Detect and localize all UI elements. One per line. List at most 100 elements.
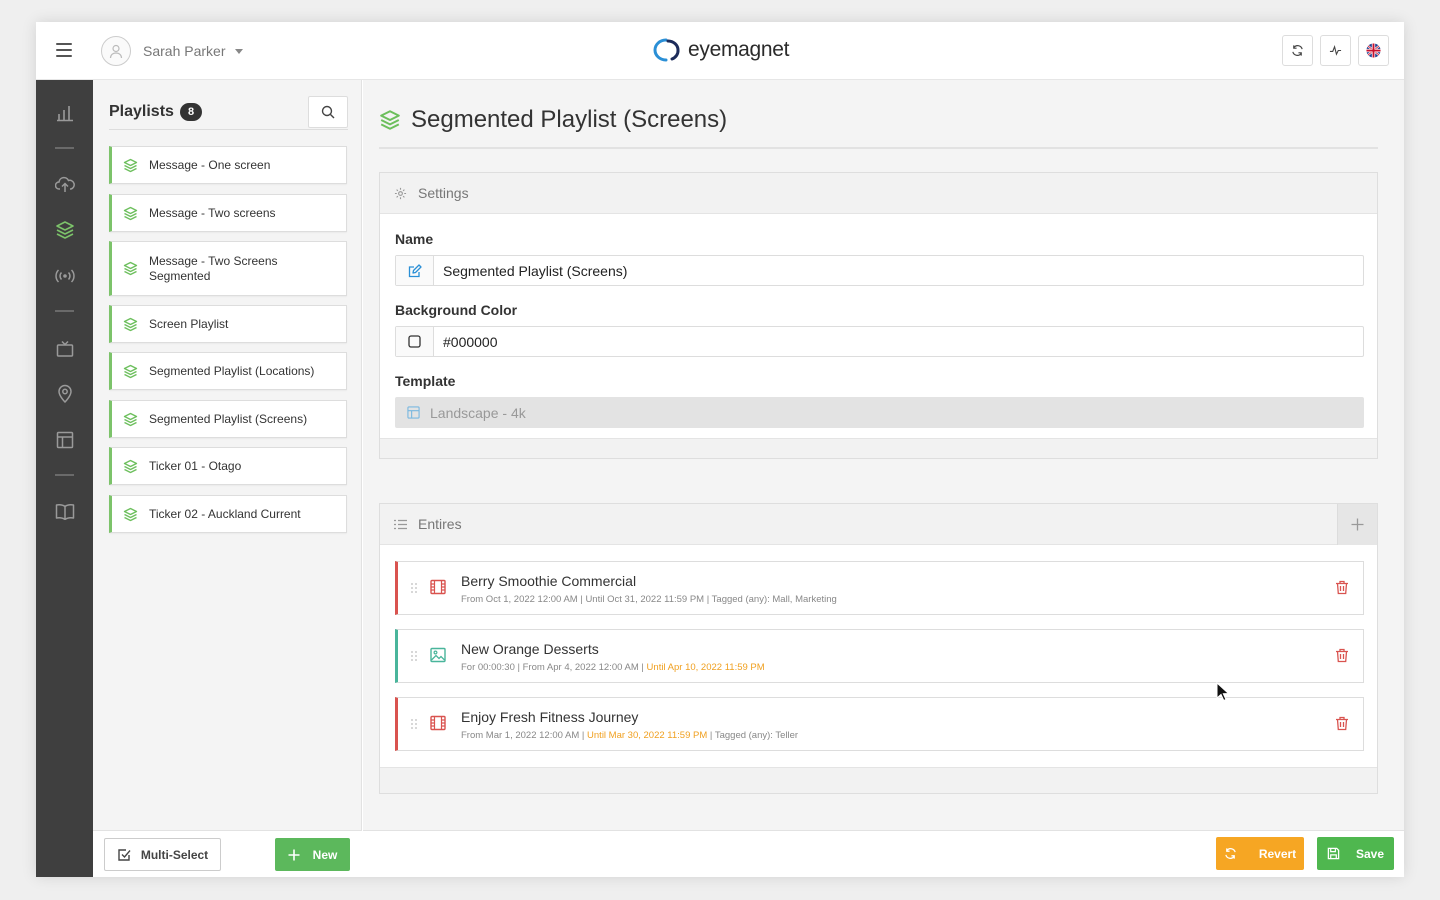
mouse-cursor-icon <box>1216 682 1230 702</box>
refresh-button[interactable] <box>1282 35 1313 66</box>
activity-icon <box>1329 44 1342 56</box>
hamburger-icon[interactable] <box>56 43 72 57</box>
playlist-item-label: Ticker 02 - Auckland Current <box>149 506 301 521</box>
layers-icon <box>112 317 149 332</box>
entry-row[interactable]: Enjoy Fresh Fitness Journey From Mar 1, … <box>395 697 1364 751</box>
multi-select-button[interactable]: Multi-Select <box>104 838 221 871</box>
bar-chart-icon[interactable] <box>54 102 75 123</box>
user-menu[interactable]: Sarah Parker <box>101 36 244 66</box>
background-color-label: Background Color <box>395 302 518 318</box>
settings-card: Settings Name Segmented Playlist (Screen… <box>379 172 1378 459</box>
logo: eyemagnet <box>650 37 790 63</box>
checkbox-icon <box>118 848 131 861</box>
entries-header: Entires <box>380 504 1377 545</box>
entry-title: New Orange Desserts <box>461 641 599 657</box>
playlist-item-label: Segmented Playlist (Locations) <box>149 363 315 378</box>
page-title-text: Segmented Playlist (Screens) <box>411 106 728 133</box>
drag-handle-icon[interactable] <box>410 650 418 662</box>
language-button[interactable] <box>1358 35 1389 66</box>
app-window: Sarah Parker eyemagnet Playlists 8 Messa… <box>36 22 1404 877</box>
entry-meta: From Oct 1, 2022 12:00 AM | Until Oct 31… <box>461 594 837 605</box>
playlist-item[interactable]: Message - Two screens <box>109 194 347 232</box>
background-color-value: #000000 <box>443 333 498 350</box>
playlist-item[interactable]: Ticker 01 - Otago <box>109 447 347 485</box>
layers-icon <box>380 110 400 130</box>
layers-icon <box>112 507 149 522</box>
playlist-item-label: Message - One screen <box>149 157 271 172</box>
playlist-item-active[interactable]: Segmented Playlist (Screens) <box>109 400 347 438</box>
revert-button[interactable]: Revert <box>1216 837 1304 870</box>
entry-title: Enjoy Fresh Fitness Journey <box>461 709 639 725</box>
trash-icon[interactable] <box>1335 580 1349 595</box>
search-button[interactable] <box>308 96 348 128</box>
playlist-item[interactable]: Ticker 02 - Auckland Current <box>109 495 347 533</box>
background-color-field[interactable]: #000000 <box>395 326 1364 357</box>
save-button[interactable]: Save <box>1317 837 1394 870</box>
entry-meta-text: For 00:00:30 | From Apr 4, 2022 12:00 AM… <box>461 662 647 673</box>
settings-footer <box>380 438 1377 458</box>
film-icon <box>430 579 446 595</box>
broadcast-icon[interactable] <box>54 265 75 286</box>
main-content: Segmented Playlist (Screens) Settings Na… <box>363 80 1404 830</box>
template-field: Landscape - 4k <box>395 397 1364 428</box>
uk-flag-icon <box>1366 43 1381 58</box>
layout-icon <box>396 398 430 427</box>
layers-icon <box>112 158 149 173</box>
template-value: Landscape - 4k <box>430 404 526 421</box>
playlist-item-label: Message - Two Screens Segmented <box>149 253 278 283</box>
entry-meta-text: From Oct 1, 2022 12:00 AM | Until Oct 31… <box>461 594 837 605</box>
entry-row[interactable]: Berry Smoothie Commercial From Oct 1, 20… <box>395 561 1364 615</box>
caret-down-icon <box>235 48 244 54</box>
entry-until-warning: Until Mar 30, 2022 11:59 PM <box>587 730 708 741</box>
name-field[interactable]: Segmented Playlist (Screens) <box>395 255 1364 286</box>
entry-meta-text: From Mar 1, 2022 12:00 AM | <box>461 730 588 741</box>
entry-row[interactable]: New Orange Desserts For 00:00:30 | From … <box>395 629 1364 683</box>
user-name: Sarah Parker <box>143 43 226 59</box>
playlist-item-label: Screen Playlist <box>149 316 229 331</box>
layout-icon[interactable] <box>54 429 75 450</box>
revert-icon <box>1225 848 1236 859</box>
layers-icon <box>112 412 149 427</box>
refresh-icon <box>1292 45 1303 56</box>
add-entry-button[interactable] <box>1337 504 1377 545</box>
film-icon <box>430 715 446 731</box>
top-bar: Sarah Parker eyemagnet <box>36 22 1404 80</box>
layers-icon <box>112 459 149 474</box>
entries-heading: Entires <box>418 516 462 532</box>
color-swatch-icon[interactable] <box>396 327 434 356</box>
image-icon <box>430 647 446 663</box>
map-pin-icon[interactable] <box>54 383 75 404</box>
entries-footer <box>380 767 1377 793</box>
action-bar: Revert Save <box>363 830 1404 877</box>
title-divider <box>379 147 1378 149</box>
playlist-item[interactable]: Message - One screen <box>109 146 347 184</box>
save-label: Save <box>1355 846 1385 861</box>
drag-handle-icon[interactable] <box>410 718 418 730</box>
left-nav <box>36 80 93 877</box>
template-label: Template <box>395 373 456 389</box>
book-icon[interactable] <box>54 501 75 522</box>
playlist-item[interactable]: Message - Two Screens Segmented <box>109 241 347 296</box>
entry-title: Berry Smoothie Commercial <box>461 573 637 589</box>
logo-mark-icon <box>653 38 680 62</box>
trash-icon[interactable] <box>1335 648 1349 663</box>
tv-icon[interactable] <box>54 338 75 359</box>
edit-icon <box>396 256 434 285</box>
revert-label: Revert <box>1258 846 1297 861</box>
playlists-footer: Multi-Select New <box>93 830 362 877</box>
cloud-upload-icon[interactable] <box>54 174 75 195</box>
layers-icon <box>112 261 149 276</box>
trash-icon[interactable] <box>1335 716 1349 731</box>
drag-handle-icon[interactable] <box>410 582 418 594</box>
new-playlist-button[interactable]: New <box>275 838 350 871</box>
name-value: Segmented Playlist (Screens) <box>443 262 628 279</box>
playlists-panel: Playlists 8 Message - One screen Message… <box>93 80 362 877</box>
nav-divider <box>55 310 74 312</box>
playlist-item[interactable]: Screen Playlist <box>109 305 347 343</box>
new-label: New <box>312 847 338 862</box>
playlist-item-label: Segmented Playlist (Screens) <box>149 411 308 426</box>
playlist-item[interactable]: Segmented Playlist (Locations) <box>109 352 347 390</box>
activity-button[interactable] <box>1320 35 1351 66</box>
entry-until-warning: Until Apr 10, 2022 11:59 PM <box>646 662 765 673</box>
layers-icon[interactable] <box>54 219 75 240</box>
